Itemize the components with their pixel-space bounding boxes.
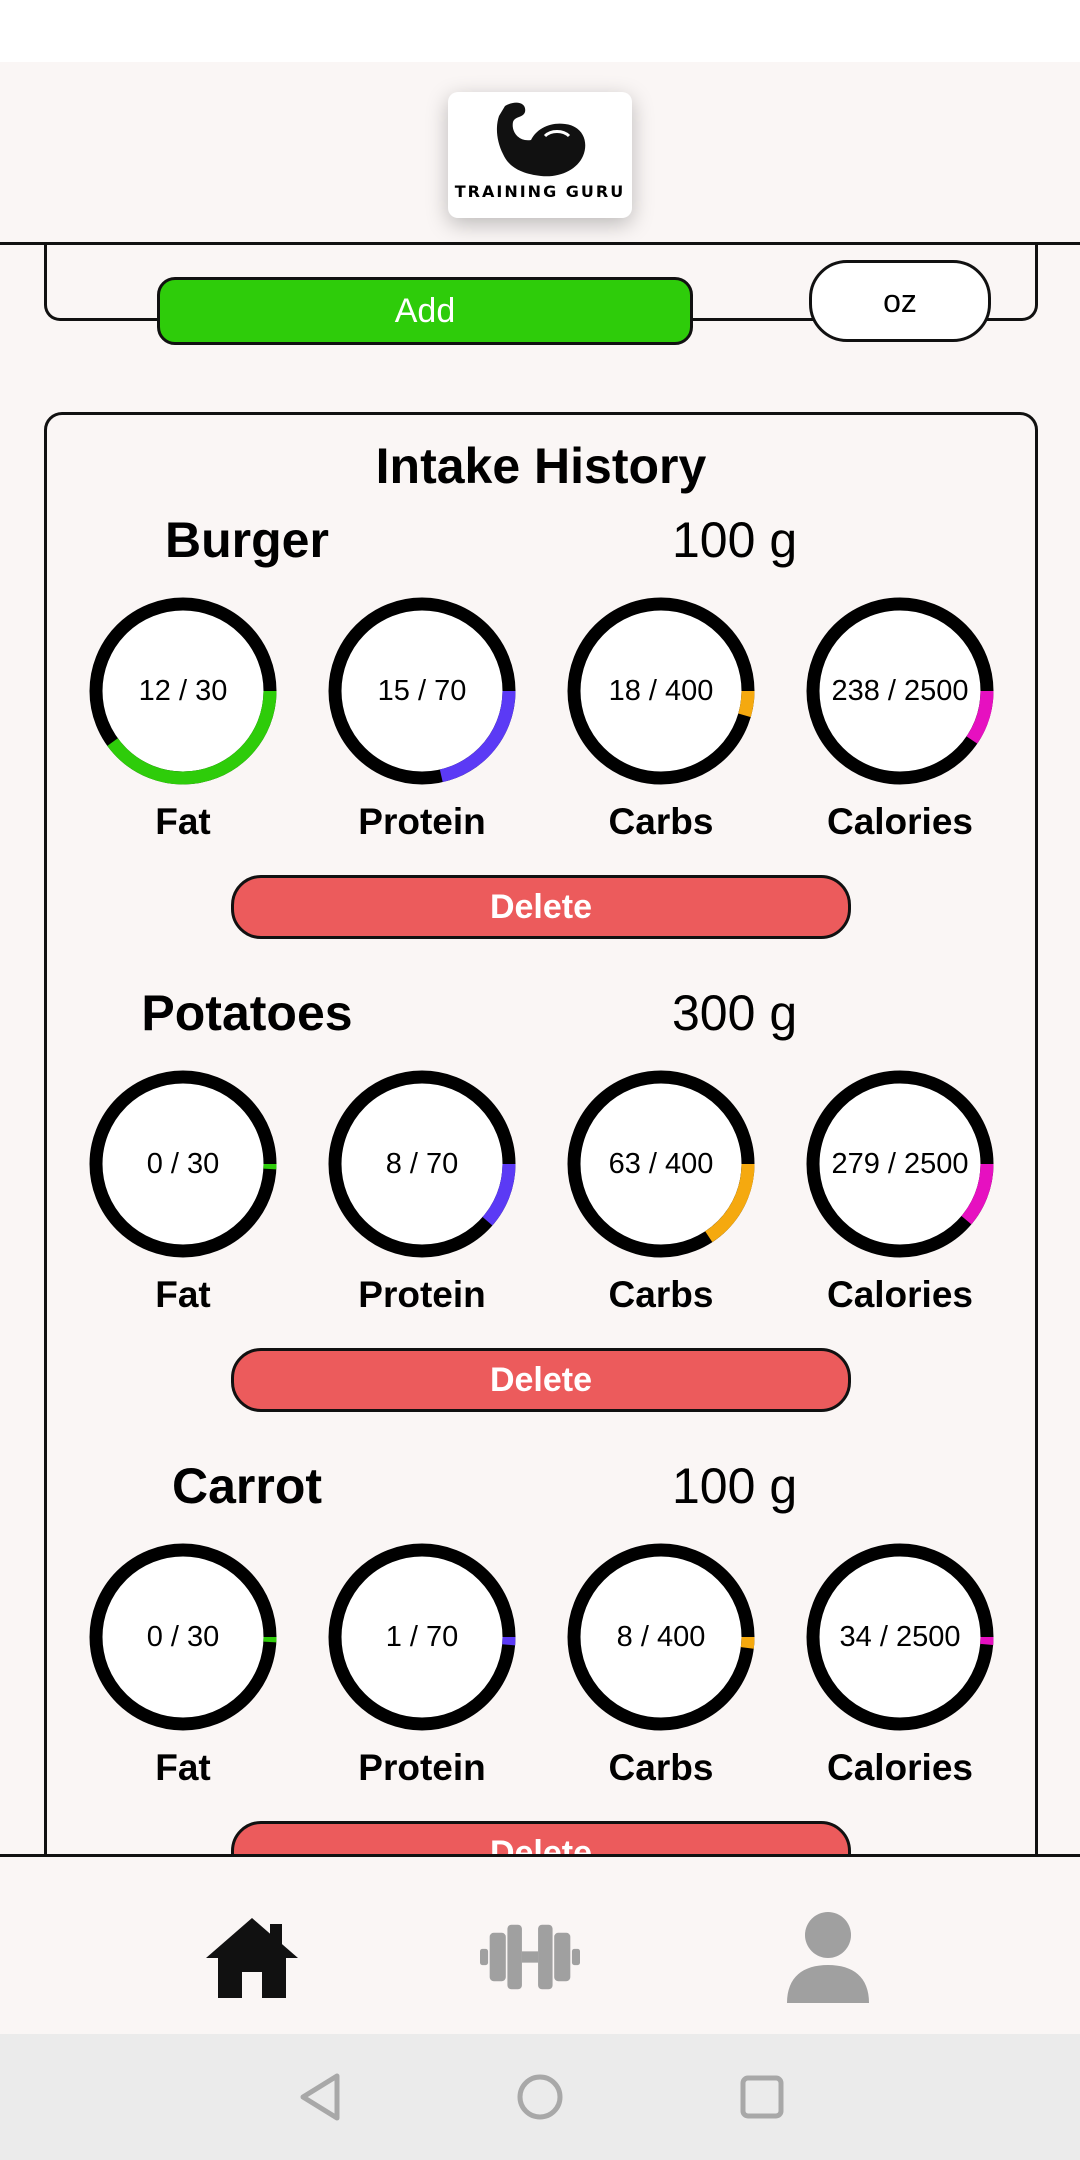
ring-value: 15 / 70 [377, 674, 467, 707]
home-icon [206, 1918, 298, 1998]
fat-progress-ring: 0 / 30 Fat [83, 1537, 283, 1788]
back-button[interactable] [292, 2069, 348, 2125]
carbs-progress-ring: 8 / 400 Carbs [561, 1537, 761, 1788]
ring-label: Fat [155, 1747, 211, 1788]
ring-value: 0 / 30 [146, 1147, 220, 1180]
ring-value: 34 / 2500 [839, 1620, 961, 1653]
ring-label: Calories [826, 1274, 973, 1315]
bottom-nav [0, 1854, 1080, 2037]
ring-value: 1 / 70 [385, 1620, 459, 1653]
calories-progress-ring: 279 / 2500 Calories [800, 1064, 1000, 1315]
ring-label: Calories [826, 1747, 973, 1788]
carbs-progress-ring: 18 / 400 Carbs [561, 591, 761, 842]
bicep-logo-icon [496, 102, 586, 177]
calories-progress-ring: 238 / 2500 Calories [800, 591, 1000, 842]
app-header: TRAINING GURU [0, 62, 1080, 245]
ring-value: 238 / 2500 [831, 674, 969, 707]
unit-oz-button[interactable]: oz [809, 260, 991, 342]
ring-value: 63 / 400 [608, 1147, 714, 1180]
ring-label: Protein [358, 801, 486, 842]
system-home-button[interactable] [512, 2069, 568, 2125]
ring-value: 8 / 400 [616, 1620, 706, 1653]
protein-progress-ring: 1 / 70 Protein [322, 1537, 522, 1788]
add-food-card: Add oz [44, 242, 1038, 345]
protein-progress-ring: 15 / 70 Protein [322, 591, 522, 842]
food-name: Burger [165, 512, 329, 568]
intake-history-card: Intake History Burger 100 g 12 / 30 Fat 15 /… [44, 412, 1038, 1854]
add-button[interactable]: Add [157, 277, 693, 345]
ring-value: 12 / 30 [138, 674, 228, 707]
delete-button[interactable]: Delete [231, 875, 851, 939]
protein-progress-ring: 8 / 70 Protein [322, 1064, 522, 1315]
app-logo[interactable]: TRAINING GURU [448, 92, 632, 218]
intake-entry: Potatoes 300 g 0 / 30 Fat 8 / 70 Protein 63 / … [47, 984, 1035, 1457]
recents-button[interactable] [734, 2069, 790, 2125]
profile-icon [787, 1912, 869, 2003]
ring-value: 279 / 2500 [831, 1147, 969, 1180]
food-quantity: 100 g [672, 512, 798, 568]
home-circle-icon [517, 2074, 563, 2120]
nav-profile[interactable] [778, 1907, 878, 2007]
calories-progress-ring: 34 / 2500 Calories [800, 1537, 1000, 1788]
intake-entry: Burger 100 g 12 / 30 Fat 15 / 70 Protein 18 / … [47, 511, 1035, 984]
fat-progress-ring: 0 / 30 Fat [83, 1064, 283, 1315]
delete-button[interactable]: Delete [231, 1348, 851, 1412]
back-icon [300, 2073, 340, 2121]
carbs-progress-ring: 63 / 400 Carbs [561, 1064, 761, 1315]
ring-label: Fat [155, 801, 211, 842]
ring-label: Carbs [608, 1274, 714, 1315]
food-quantity: 100 g [672, 1458, 798, 1514]
ring-label: Protein [358, 1747, 486, 1788]
dumbbell-icon [480, 1924, 580, 1990]
food-name: Carrot [171, 1458, 323, 1514]
ring-value: 8 / 70 [385, 1147, 459, 1180]
food-quantity: 300 g [672, 985, 798, 1041]
scroll-content[interactable]: Add oz Intake History Burger 100 g 12 / 30… [0, 242, 1080, 1854]
ring-label: Calories [826, 801, 973, 842]
history-title: Intake History [375, 438, 707, 494]
delete-button[interactable]: Delete [231, 1821, 851, 1854]
status-bar [0, 0, 1080, 62]
food-name: Potatoes [141, 985, 353, 1041]
nav-workouts[interactable] [480, 1907, 580, 2007]
ring-label: Fat [155, 1274, 211, 1315]
ring-label: Carbs [608, 1747, 714, 1788]
ring-label: Carbs [608, 801, 714, 842]
ring-value: 0 / 30 [146, 1620, 220, 1653]
intake-entry: Carrot 100 g 0 / 30 Fat 1 / 70 Protein 8 / 400… [47, 1457, 1035, 1854]
logo-text: TRAINING GURU [454, 182, 626, 201]
recents-icon [740, 2075, 784, 2119]
nav-home[interactable] [202, 1907, 302, 2007]
fat-progress-ring: 12 / 30 Fat [83, 591, 283, 842]
system-nav-bar [0, 2034, 1080, 2160]
ring-value: 18 / 400 [608, 674, 714, 707]
ring-label: Protein [358, 1274, 486, 1315]
